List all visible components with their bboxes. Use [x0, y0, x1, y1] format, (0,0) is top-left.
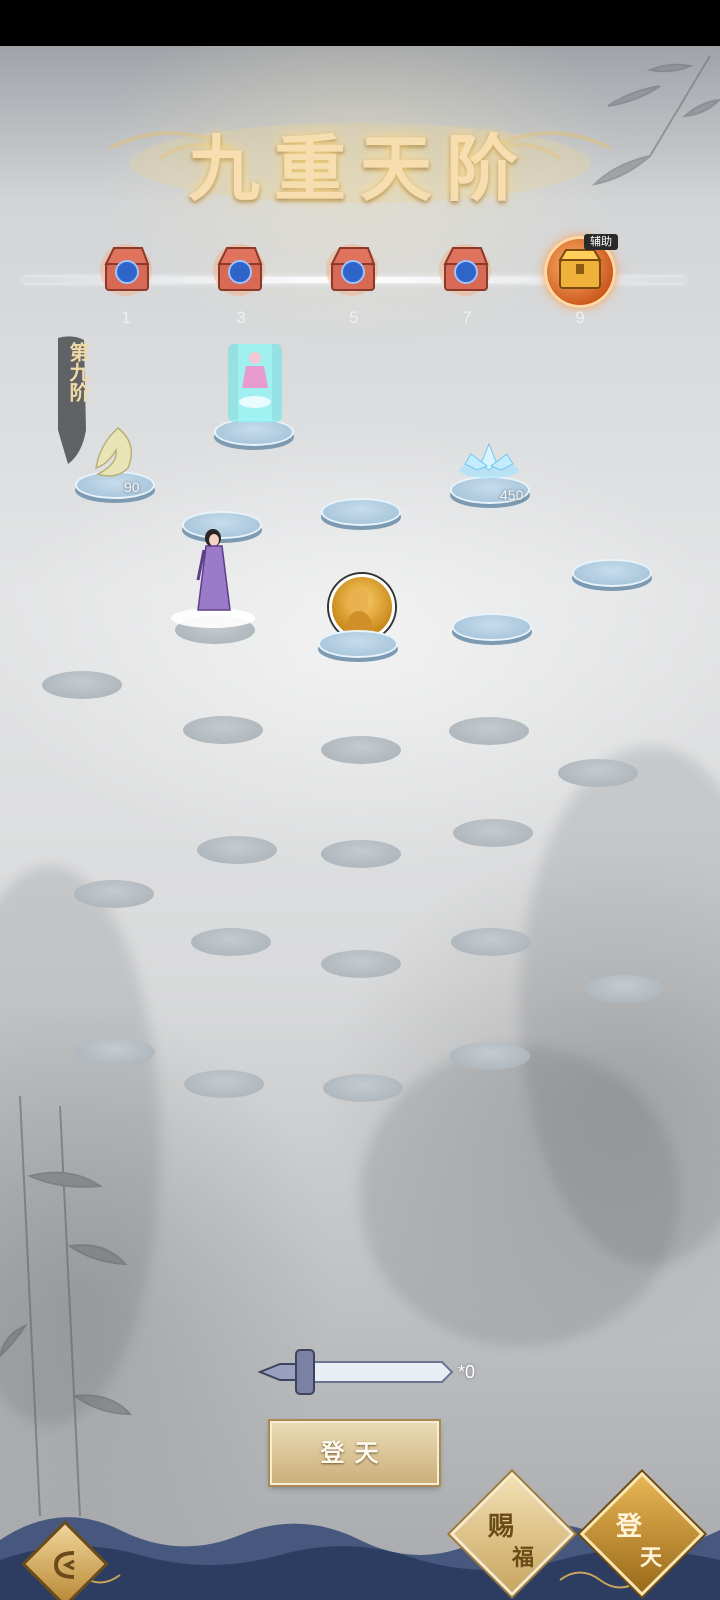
- step-platform[interactable]: [572, 559, 652, 591]
- bless-label-bottom: 福: [512, 1545, 535, 1571]
- step-platform[interactable]: [450, 1042, 530, 1074]
- heaven-label-bottom: 天: [640, 1545, 663, 1571]
- step-platform[interactable]: [321, 840, 401, 872]
- milestone-label: 7: [462, 308, 472, 327]
- page-title: 九重天阶: [187, 126, 532, 211]
- ice-lotus-icon[interactable]: [457, 440, 521, 480]
- chest-icon[interactable]: [98, 242, 154, 298]
- chest-icon[interactable]: [437, 242, 493, 298]
- back-icon: [53, 1551, 75, 1579]
- bless-label-top: 赐: [488, 1512, 515, 1542]
- step-platform[interactable]: [321, 950, 401, 982]
- step-platform[interactable]: [558, 759, 638, 791]
- step-platform[interactable]: [75, 1038, 155, 1070]
- step-platform[interactable]: [184, 1070, 264, 1102]
- game-scene: 九重天阶 辅助 1 3 5 7 9 第九阶 90 450 *0 登天 赐 福 登…: [0, 46, 720, 1600]
- milestone-label: 1: [121, 308, 131, 327]
- sword-count: *0: [458, 1362, 476, 1382]
- mountain-shape: [360, 1046, 680, 1346]
- player-character[interactable]: [168, 524, 258, 634]
- milestone-label: 5: [349, 308, 359, 327]
- step-platform[interactable]: [323, 1074, 403, 1106]
- step-platform[interactable]: [318, 630, 398, 662]
- status-bar: [0, 0, 720, 46]
- step-platform[interactable]: [321, 498, 401, 530]
- step-platform[interactable]: [74, 880, 154, 912]
- chest-icon[interactable]: [211, 242, 267, 298]
- assist-tag: 辅助: [584, 234, 618, 250]
- milestone-label: 3: [236, 308, 246, 327]
- step-platform[interactable]: [321, 736, 401, 768]
- heaven-label-top: 登: [616, 1512, 643, 1542]
- step-platform[interactable]: [452, 613, 532, 645]
- chest-icon[interactable]: [324, 242, 380, 298]
- step-platform[interactable]: [191, 928, 271, 960]
- level-label: 第九阶: [66, 342, 90, 402]
- bamboo-decoration: [0, 1096, 133, 1516]
- milestone-label: 9: [575, 308, 585, 327]
- step-platform[interactable]: [453, 819, 533, 851]
- step-platform[interactable]: [42, 671, 122, 703]
- reward-amount: 450: [500, 487, 524, 503]
- step-platform[interactable]: [449, 717, 529, 749]
- title-banner: 九重天阶: [100, 88, 620, 218]
- ascend-button[interactable]: 登天: [270, 1421, 439, 1485]
- step-platform[interactable]: [183, 716, 263, 748]
- reward-amount: 90: [124, 479, 140, 495]
- level-tag: 第九阶: [52, 334, 90, 466]
- step-platform[interactable]: [197, 836, 277, 868]
- sword-icon: [257, 1349, 454, 1395]
- fairy-reward-icon[interactable]: [222, 338, 288, 428]
- feather-wind-icon[interactable]: [88, 424, 144, 484]
- step-platform[interactable]: [584, 975, 664, 1007]
- step-platform[interactable]: [451, 928, 531, 960]
